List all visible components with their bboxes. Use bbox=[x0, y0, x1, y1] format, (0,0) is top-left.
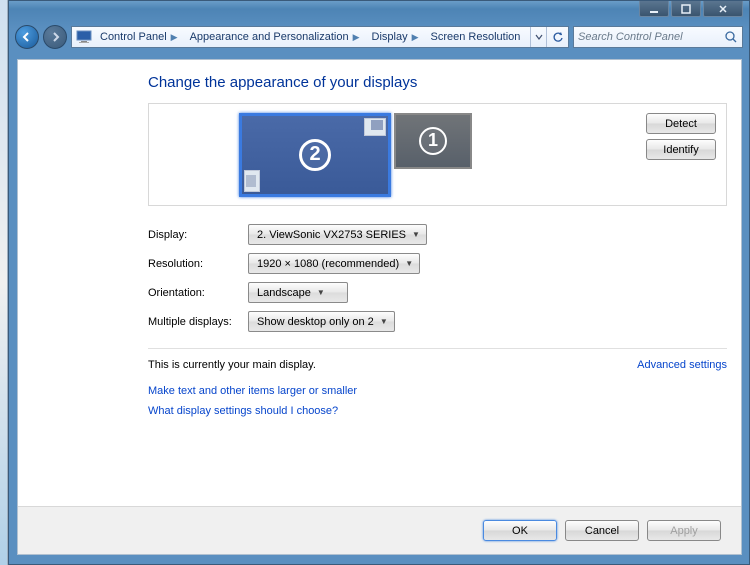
breadcrumb[interactable]: Display▶ bbox=[368, 27, 427, 47]
resolution-label: Resolution: bbox=[148, 258, 248, 270]
display-label: Display: bbox=[148, 229, 248, 241]
breadcrumb[interactable]: Screen Resolution bbox=[427, 27, 525, 47]
display-number: 1 bbox=[419, 127, 447, 155]
titlebar bbox=[9, 1, 749, 22]
close-button[interactable] bbox=[703, 1, 743, 17]
chevron-down-icon: ▼ bbox=[405, 259, 413, 268]
multiple-displays-label: Multiple displays: bbox=[148, 316, 248, 328]
main-display-status: This is currently your main display. bbox=[148, 359, 316, 371]
display-2[interactable]: 2 bbox=[239, 113, 391, 197]
forward-button[interactable] bbox=[43, 25, 67, 49]
chevron-down-icon: ▼ bbox=[412, 230, 420, 239]
address-bar[interactable]: Control Panel▶ Appearance and Personaliz… bbox=[71, 26, 569, 48]
dialog-footer: OK Cancel Apply bbox=[18, 506, 741, 554]
breadcrumb[interactable]: Appearance and Personalization▶ bbox=[186, 27, 368, 47]
breadcrumb[interactable]: Control Panel▶ bbox=[96, 27, 186, 47]
monitor-icon bbox=[76, 29, 92, 45]
display-number: 2 bbox=[299, 139, 331, 171]
chevron-right-icon: ▶ bbox=[167, 32, 182, 43]
chevron-right-icon: ▶ bbox=[408, 32, 423, 43]
text-size-link[interactable]: Make text and other items larger or smal… bbox=[148, 385, 357, 397]
orientation-label: Orientation: bbox=[148, 287, 248, 299]
chevron-down-icon: ▼ bbox=[317, 288, 325, 297]
chevron-right-icon: ▶ bbox=[349, 32, 364, 43]
window-frame: Control Panel▶ Appearance and Personaliz… bbox=[8, 0, 750, 565]
search-icon bbox=[724, 30, 738, 44]
content-area: Change the appearance of your displays 2… bbox=[17, 59, 742, 555]
separator bbox=[148, 348, 727, 349]
display-1[interactable]: 1 bbox=[394, 113, 472, 169]
maximize-button[interactable] bbox=[671, 1, 701, 17]
background-window-sliver bbox=[0, 0, 8, 565]
page-title: Change the appearance of your displays bbox=[148, 74, 727, 91]
minimize-button[interactable] bbox=[639, 1, 669, 17]
search-placeholder: Search Control Panel bbox=[578, 31, 724, 43]
orientation-dropdown[interactable]: Landscape▼ bbox=[248, 282, 348, 303]
chevron-down-icon: ▼ bbox=[380, 317, 388, 326]
resolution-dropdown[interactable]: 1920 × 1080 (recommended)▼ bbox=[248, 253, 420, 274]
display-dropdown[interactable]: 2. ViewSonic VX2753 SERIES▼ bbox=[248, 224, 427, 245]
search-input[interactable]: Search Control Panel bbox=[573, 26, 743, 48]
apply-button: Apply bbox=[647, 520, 721, 541]
back-button[interactable] bbox=[15, 25, 39, 49]
help-link[interactable]: What display settings should I choose? bbox=[148, 405, 338, 417]
advanced-settings-link[interactable]: Advanced settings bbox=[637, 359, 727, 371]
multiple-displays-dropdown[interactable]: Show desktop only on 2▼ bbox=[248, 311, 395, 332]
refresh-button[interactable] bbox=[546, 27, 568, 47]
cancel-button[interactable]: Cancel bbox=[565, 520, 639, 541]
identify-button[interactable]: Identify bbox=[646, 139, 716, 160]
display-arrangement-panel[interactable]: 2 1 Detect Identify bbox=[148, 103, 727, 206]
detect-button[interactable]: Detect bbox=[646, 113, 716, 134]
toolbar: Control Panel▶ Appearance and Personaliz… bbox=[9, 22, 749, 52]
ok-button[interactable]: OK bbox=[483, 520, 557, 541]
display-settings-form: Display: 2. ViewSonic VX2753 SERIES▼ Res… bbox=[148, 224, 727, 332]
address-dropdown-icon[interactable] bbox=[530, 27, 546, 47]
